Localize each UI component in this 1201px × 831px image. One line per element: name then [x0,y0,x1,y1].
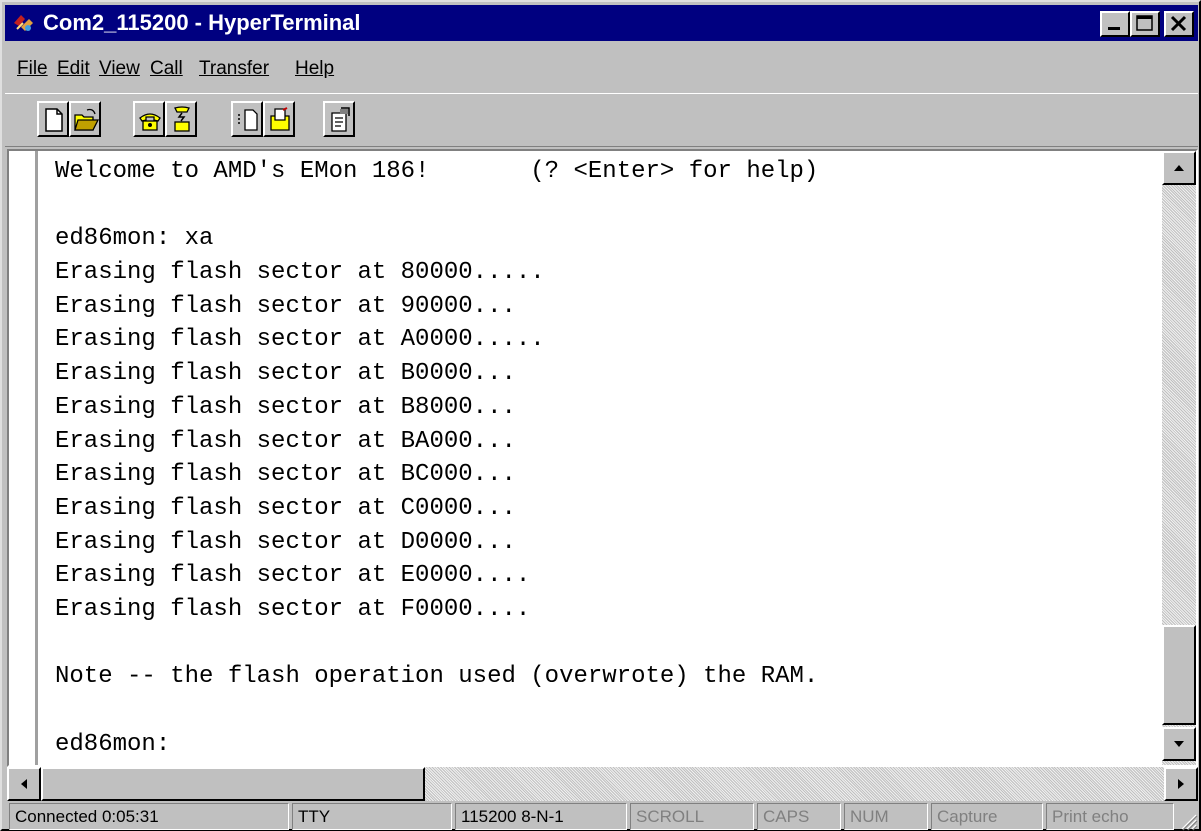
hyperterminal-window: Com2_115200 - HyperTerminal File Edit Vi… [0,0,1201,831]
receive-file-icon [270,107,290,131]
scroll-up-button[interactable] [1162,151,1196,185]
menu-view-label: View [99,58,140,79]
arrow-down-icon [1174,741,1184,747]
open-button[interactable] [69,101,101,137]
new-document-icon [45,108,63,132]
horizontal-scroll-thumb[interactable] [41,767,425,801]
call-phone-icon [139,113,161,131]
scroll-right-button[interactable] [1164,767,1198,801]
terminal-line: Erasing flash sector at A0000..... [55,326,545,354]
terminal-line: Erasing flash sector at BC000... [55,461,516,489]
maximize-icon [1136,15,1153,31]
terminal-line: Erasing flash sector at 90000... [55,292,516,320]
terminal-line: Erasing flash sector at C0000... [55,494,516,522]
terminal-frame: Welcome to AMD's EMon 186! (? <Enter> fo… [7,149,1198,767]
terminal-line: Note -- the flash operation used (overwr… [55,663,819,691]
terminal-line: Erasing flash sector at F0000.... [55,595,531,623]
maximize-button[interactable] [1130,11,1160,37]
call-button[interactable] [133,101,165,137]
arrow-left-icon [21,779,27,789]
arrow-up-icon [1174,165,1184,171]
new-connection-button[interactable] [37,101,69,137]
status-emulation: TTY [292,803,452,830]
menu-call-label: Call [150,58,183,79]
status-scroll-lock: SCROLL [630,803,754,830]
menu-transfer-label: Transfer [199,58,270,79]
terminal-line: Erasing flash sector at BA000... [55,427,516,455]
terminal-line: Erasing flash sector at 80000..... [55,259,545,287]
arrow-right-icon [1178,779,1184,789]
menu-help-label: Help [295,58,335,79]
menu-edit[interactable]: Edit [57,58,90,80]
close-button[interactable] [1164,11,1194,37]
terminal-output[interactable]: Welcome to AMD's EMon 186! (? <Enter> fo… [9,151,1162,765]
status-port-settings: 115200 8-N-1 [455,803,627,830]
disconnect-button[interactable] [165,101,197,137]
status-bar: Connected 0:05:31 TTY 115200 8-N-1 SCROL… [5,801,1198,831]
terminal-margin-line [35,151,38,765]
menu-file-label: File [17,58,48,79]
menu-help[interactable]: Help [295,58,334,80]
status-print-echo: Print echo [1046,803,1174,830]
terminal-line: Erasing flash sector at B0000... [55,360,516,388]
vertical-scrollbar[interactable] [1162,151,1196,765]
send-file-icon [238,109,258,131]
title-bar[interactable]: Com2_115200 - HyperTerminal [5,5,1198,41]
properties-icon [331,107,350,132]
menu-view[interactable]: View [99,58,140,80]
terminal-line: Welcome to AMD's EMon 186! (? <Enter> fo… [55,158,819,185]
status-connected: Connected 0:05:31 [9,803,289,830]
minimize-button[interactable] [1100,11,1130,37]
terminal-line: Erasing flash sector at D0000... [55,528,516,556]
open-folder-icon [74,108,99,131]
status-num-lock: NUM [844,803,928,830]
terminal-lines: Welcome to AMD's EMon 186! (? <Enter> fo… [55,155,818,761]
status-capture: Capture [931,803,1043,830]
scroll-left-button[interactable] [7,767,41,801]
close-icon [1170,15,1187,32]
minimize-icon [1108,27,1120,30]
terminal-line: ed86mon: [55,730,171,758]
horizontal-scrollbar[interactable] [7,767,1198,801]
menu-call[interactable]: Call [150,58,183,80]
menu-transfer[interactable]: Transfer [199,58,269,80]
status-caps-lock: CAPS [757,803,841,830]
properties-button[interactable] [323,101,355,137]
window-title: Com2_115200 - HyperTerminal [43,10,361,35]
terminal-line: ed86mon: xa [55,225,214,253]
toolbar [5,93,1198,147]
hyperterminal-app-icon [14,15,33,31]
terminal-line: Erasing flash sector at B8000... [55,393,516,421]
vertical-scroll-thumb[interactable] [1162,625,1196,725]
disconnect-phone-icon [174,106,190,132]
send-button[interactable] [231,101,263,137]
menu-edit-label: Edit [57,58,90,79]
scroll-down-button[interactable] [1162,727,1196,761]
menu-file[interactable]: File [17,58,48,80]
terminal-line: Erasing flash sector at E0000.... [55,562,531,590]
menu-bar: File Edit View Call Transfer Help [5,43,1198,93]
receive-button[interactable] [263,101,295,137]
resize-grip-icon[interactable] [1176,809,1198,831]
